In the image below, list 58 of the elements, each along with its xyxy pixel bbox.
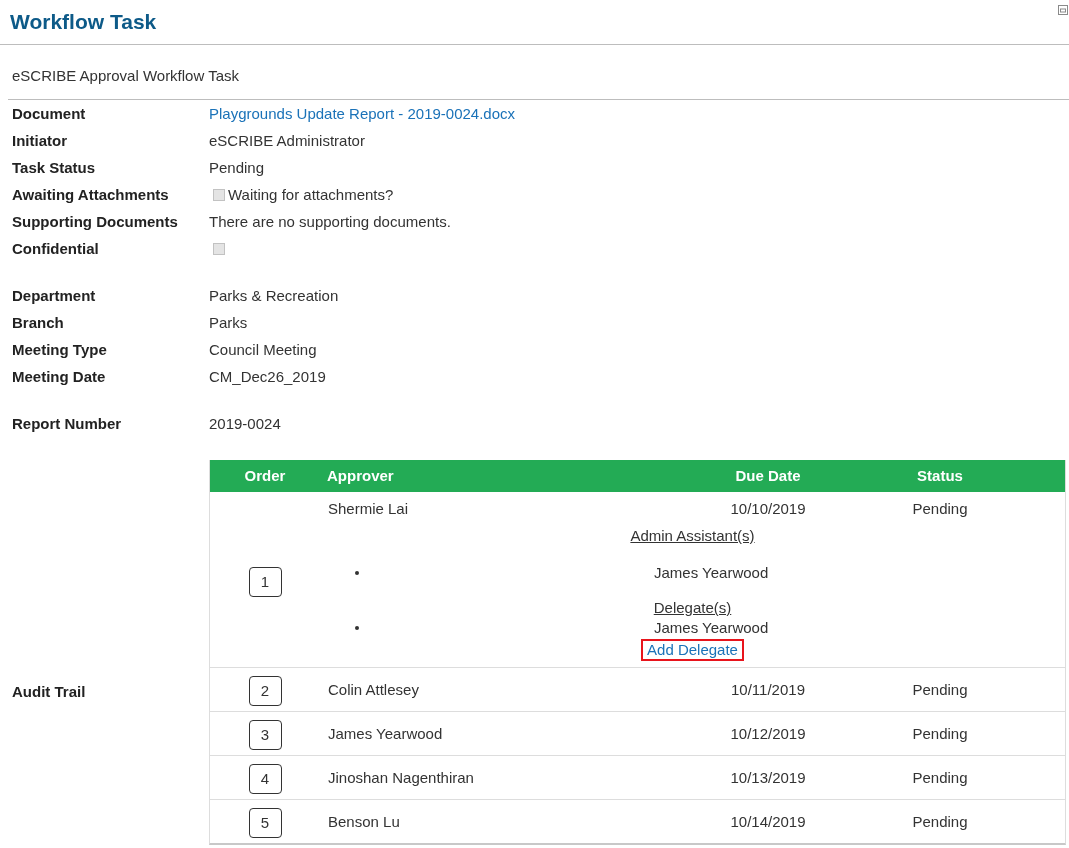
window-icon[interactable]	[1058, 5, 1068, 15]
field-label: Supporting Documents	[12, 212, 179, 231]
approver-name: James Yearwood	[328, 724, 443, 742]
field-value: CM_Dec26_2019	[209, 367, 326, 386]
field-label: Report Number	[12, 414, 123, 433]
field-value: Pending	[209, 158, 265, 177]
due-date: 10/13/2019	[730, 768, 806, 786]
field-label: Department	[12, 286, 97, 305]
field-label: Task Status	[12, 158, 97, 177]
document-link[interactable]: Playgrounds Update Report - 2019-0024.docx	[209, 104, 516, 123]
bullet-icon	[355, 626, 359, 630]
order-number: 1	[248, 566, 282, 597]
bullet-icon	[355, 571, 359, 575]
task-subtitle: eSCRIBE Approval Workflow Task	[12, 67, 240, 84]
page-title: Workflow Task	[10, 9, 157, 35]
column-header[interactable]: Order	[244, 467, 286, 484]
delegates-heading: Delegate(s)	[653, 599, 732, 616]
approval-status: Pending	[912, 768, 968, 786]
field-label: Meeting Date	[12, 367, 107, 386]
admin-assistants-heading: Admin Assistant(s)	[630, 527, 755, 544]
field-label: Awaiting Attachments	[12, 185, 170, 204]
field-label: Document	[12, 104, 87, 123]
field-value: Parks & Recreation	[209, 286, 339, 305]
field-value: eSCRIBE Administrator	[209, 131, 365, 150]
approval-status: Pending	[912, 680, 968, 698]
checkbox[interactable]	[213, 188, 225, 201]
field-label: Confidential	[12, 239, 100, 258]
field-value: There are no supporting documents.	[209, 212, 451, 231]
order-number: 5	[248, 808, 282, 838]
approval-status: Pending	[912, 724, 968, 742]
assistant-name: James Yearwood	[654, 563, 769, 583]
field-value: Council Meeting	[209, 340, 317, 359]
approver-name: Jinoshan Nagenthiran	[328, 768, 474, 786]
field-label: Meeting Type	[12, 340, 108, 359]
column-header[interactable]: Status	[917, 467, 963, 484]
due-date: 10/10/2019	[730, 500, 806, 517]
approver-name: Shermie Lai	[328, 500, 409, 517]
approver-name: Colin Attlesey	[328, 680, 419, 698]
field-label: Initiator	[12, 131, 68, 150]
checkbox-label: Waiting for attachments?	[228, 185, 394, 204]
due-date: 10/14/2019	[730, 812, 806, 830]
order-number: 4	[248, 764, 282, 794]
field-value: 2019-0024	[209, 414, 281, 433]
delegate-name: James Yearwood	[654, 618, 769, 638]
order-number: 2	[248, 676, 282, 706]
due-date: 10/12/2019	[730, 724, 806, 742]
approval-status: Pending	[912, 812, 968, 830]
field-value: Parks	[209, 313, 248, 332]
order-number: 3	[248, 720, 282, 750]
column-header[interactable]: Approver	[327, 467, 394, 484]
field-label: Branch	[12, 313, 65, 332]
approval-status: Pending	[912, 500, 968, 517]
add-delegate-link[interactable]: Add Delegate	[641, 639, 744, 661]
column-header[interactable]: Due Date	[735, 467, 801, 484]
checkbox[interactable]	[213, 242, 225, 255]
approver-name: Benson Lu	[328, 812, 400, 830]
due-date: 10/11/2019	[731, 680, 805, 698]
field-label: Audit Trail	[12, 683, 86, 701]
